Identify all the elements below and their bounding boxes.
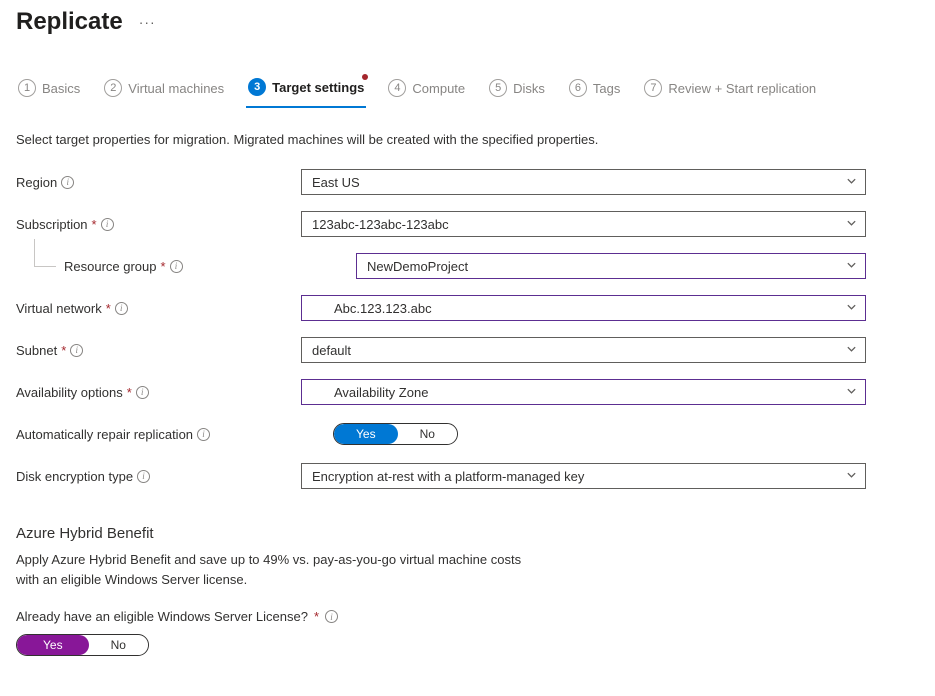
tab-review[interactable]: 7 Review + Start replication [642,74,818,108]
info-icon[interactable]: i [325,610,338,623]
step-number-icon: 4 [388,79,406,97]
info-icon[interactable]: i [61,176,74,189]
availability-label: Availability options [16,385,123,400]
chevron-down-icon [846,469,857,484]
hybrid-benefit-heading: Azure Hybrid Benefit [16,525,919,542]
vnet-select[interactable]: Abc.123.123.abc [301,295,866,321]
select-value: Availability Zone [334,385,428,400]
step-number-icon: 6 [569,79,587,97]
toggle-yes-option[interactable]: Yes [17,635,89,655]
auto-repair-label: Automatically repair replication [16,427,193,442]
info-icon[interactable]: i [197,428,210,441]
toggle-no-option[interactable]: No [89,635,148,655]
page-title: Replicate [16,8,123,36]
required-icon: * [161,259,166,274]
tab-label: Tags [593,81,620,96]
select-value: default [312,343,351,358]
region-select[interactable]: East US [301,169,866,195]
tab-compute[interactable]: 4 Compute [386,74,467,108]
toggle-yes-option[interactable]: Yes [334,424,398,444]
required-icon: * [106,301,111,316]
tab-label: Compute [412,81,465,96]
subscription-label: Subscription [16,217,88,232]
tab-basics[interactable]: 1 Basics [16,74,82,108]
resource-group-label: Resource group [64,259,157,274]
step-number-icon: 3 [248,78,266,96]
license-question-label: Already have an eligible Windows Server … [16,609,308,624]
info-icon[interactable]: i [137,470,150,483]
toggle-no-option[interactable]: No [398,424,457,444]
chevron-down-icon [846,217,857,232]
tab-virtual-machines[interactable]: 2 Virtual machines [102,74,226,108]
step-number-icon: 2 [104,79,122,97]
tab-label: Disks [513,81,545,96]
subnet-label: Subnet [16,343,57,358]
auto-repair-toggle: Yes No [333,423,458,445]
vnet-label: Virtual network [16,301,102,316]
wizard-tabs: 1 Basics 2 Virtual machines 3 Target set… [16,74,919,108]
step-number-icon: 5 [489,79,507,97]
required-icon: * [61,343,66,358]
tab-target-settings[interactable]: 3 Target settings [246,74,366,108]
resource-group-select[interactable]: NewDemoProject [356,253,866,279]
info-icon[interactable]: i [115,302,128,315]
tab-label: Review + Start replication [668,81,816,96]
step-number-icon: 7 [644,79,662,97]
select-value: Abc.123.123.abc [334,301,432,316]
select-value: Encryption at-rest with a platform-manag… [312,469,584,484]
more-actions-icon[interactable]: ··· [139,14,156,30]
required-icon: * [314,609,319,624]
chevron-down-icon [846,343,857,358]
chevron-down-icon [846,259,857,274]
info-icon[interactable]: i [70,344,83,357]
tab-label: Basics [42,81,80,96]
disk-encryption-select[interactable]: Encryption at-rest with a platform-manag… [301,463,866,489]
disk-encryption-label: Disk encryption type [16,469,133,484]
subnet-select[interactable]: default [301,337,866,363]
region-label: Region [16,175,57,190]
info-icon[interactable]: i [170,260,183,273]
select-value: NewDemoProject [367,259,468,274]
step-number-icon: 1 [18,79,36,97]
select-value: East US [312,175,360,190]
info-icon[interactable]: i [101,218,114,231]
info-icon[interactable]: i [136,386,149,399]
select-value: 123abc-123abc-123abc [312,217,449,232]
description-text: Select target properties for migration. … [16,132,919,147]
required-icon: * [92,217,97,232]
error-dot-icon [362,74,368,80]
hybrid-benefit-description: Apply Azure Hybrid Benefit and save up t… [16,550,919,589]
chevron-down-icon [846,301,857,316]
tab-disks[interactable]: 5 Disks [487,74,547,108]
chevron-down-icon [846,175,857,190]
tree-connector-icon [34,239,56,267]
chevron-down-icon [846,385,857,400]
license-toggle: Yes No [16,634,149,656]
required-icon: * [127,385,132,400]
availability-select[interactable]: Availability Zone [301,379,866,405]
subscription-select[interactable]: 123abc-123abc-123abc [301,211,866,237]
tab-label: Virtual machines [128,81,224,96]
tab-tags[interactable]: 6 Tags [567,74,622,108]
tab-label: Target settings [272,80,364,95]
